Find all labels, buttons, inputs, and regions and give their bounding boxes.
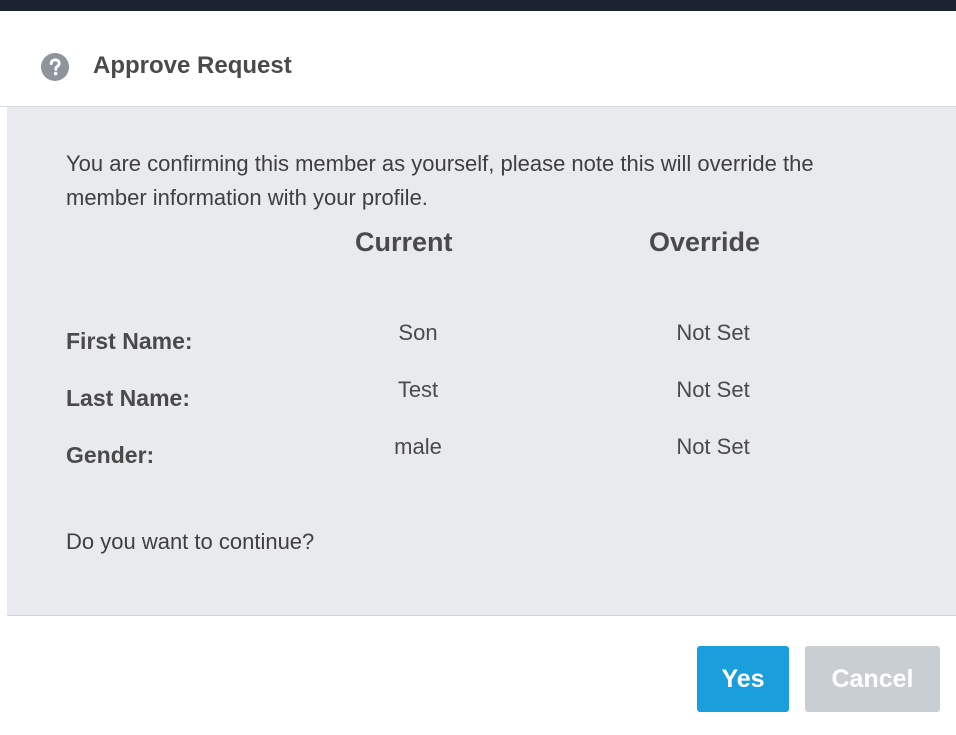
- dialog-body: You are confirming this member as yourse…: [7, 107, 956, 616]
- help-circle-icon: [41, 53, 69, 81]
- column-header-current: Current: [355, 227, 453, 257]
- first-name-override-value: Not Set: [676, 320, 750, 345]
- confirmation-message: You are confirming this member as yourse…: [66, 151, 814, 210]
- row-label-gender: Gender:: [66, 442, 155, 468]
- approve-request-dialog: Approve Request You are confirming this …: [0, 0, 956, 735]
- yes-button[interactable]: Yes: [697, 646, 789, 712]
- top-bar: [0, 0, 956, 11]
- dialog-header: Approve Request: [0, 11, 956, 107]
- continue-question: Do you want to continue?: [66, 529, 315, 554]
- dialog-title: Approve Request: [93, 52, 292, 79]
- first-name-current-value: Son: [398, 320, 438, 345]
- row-label-first-name: First Name:: [66, 328, 193, 354]
- last-name-override-value: Not Set: [676, 377, 750, 402]
- column-header-override: Override: [649, 227, 761, 257]
- gender-override-value: Not Set: [676, 434, 750, 459]
- gender-current-value: male: [394, 434, 442, 459]
- cancel-button[interactable]: Cancel: [805, 646, 940, 712]
- last-name-current-value: Test: [397, 377, 439, 402]
- row-label-last-name: Last Name:: [66, 385, 190, 411]
